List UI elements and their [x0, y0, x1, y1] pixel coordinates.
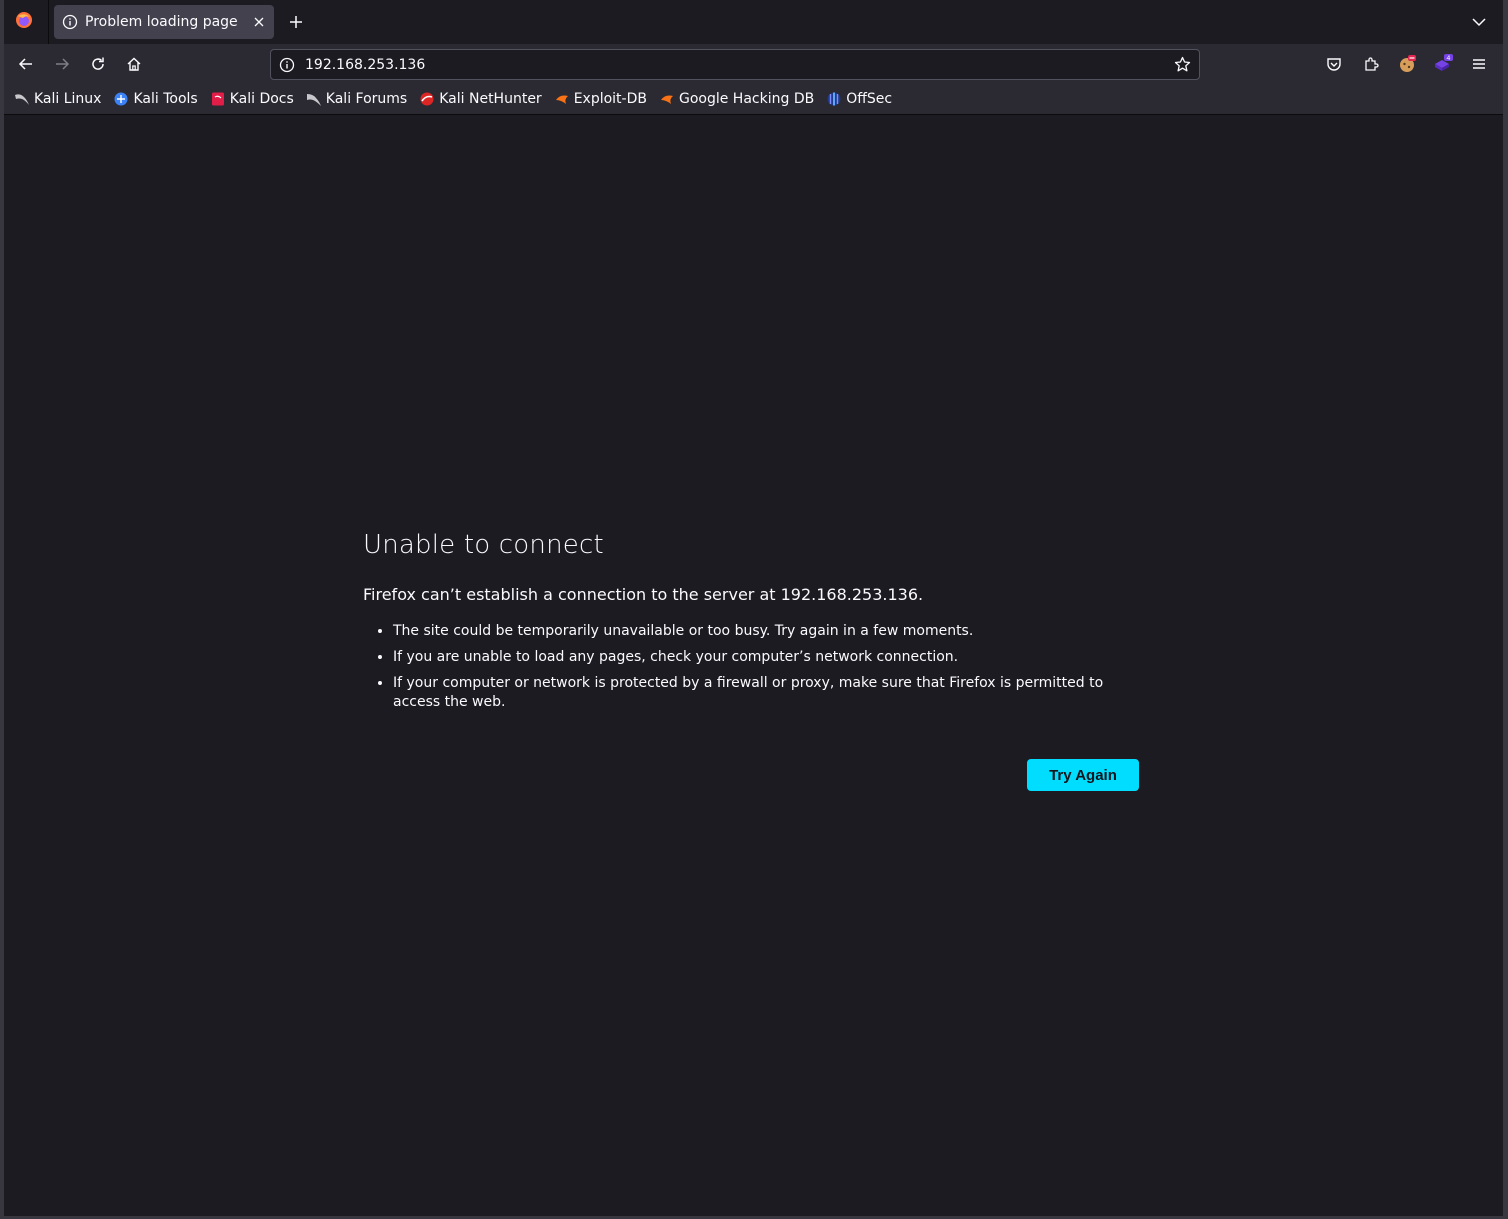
window-edge-left — [0, 0, 4, 1219]
window-edge-right — [1503, 0, 1508, 1219]
tab-problem-loading-page[interactable]: Problem loading page — [54, 5, 274, 39]
reload-icon — [92, 57, 104, 70]
error-title: Unable to connect — [363, 530, 604, 560]
info-icon — [62, 14, 78, 30]
browser-window: Problem loading page 192.168.253.136 4 K… — [0, 0, 1508, 1219]
error-page-container: Unable to connect Firefox can’t establis… — [363, 530, 1139, 791]
kali-dragon-icon — [14, 91, 30, 107]
tab-separator — [48, 0, 49, 44]
list-item: If your computer or network is protected… — [393, 674, 1139, 712]
offsec-icon — [826, 91, 842, 107]
puzzle-piece-icon — [1365, 57, 1379, 71]
tab-strip: Problem loading page — [4, 0, 1503, 44]
hamburger-menu-icon — [1473, 59, 1485, 69]
url-bar[interactable]: 192.168.253.136 — [270, 49, 1200, 80]
cookie-extension-icon — [1400, 55, 1416, 72]
tab-title: Problem loading page — [85, 14, 238, 30]
kali-tools-icon — [113, 91, 129, 107]
site-info-icon[interactable] — [279, 57, 295, 73]
home-icon — [127, 57, 141, 71]
kali-docs-icon — [210, 91, 226, 107]
list-item: The site could be temporarily unavailabl… — [393, 622, 1139, 641]
bookmark-kali-linux[interactable]: Kali Linux — [14, 91, 101, 107]
container-badge: 4 — [1446, 54, 1450, 62]
back-arrow-icon — [18, 58, 32, 70]
bookmark-kali-docs[interactable]: Kali Docs — [210, 91, 294, 107]
pocket-icon — [1327, 58, 1341, 71]
pocket-button[interactable] — [1320, 50, 1348, 78]
back-button[interactable] — [12, 50, 40, 78]
close-tab-icon[interactable] — [248, 11, 270, 33]
reload-button[interactable] — [84, 50, 112, 78]
list-all-tabs-button[interactable] — [1469, 12, 1489, 32]
forward-button[interactable] — [48, 50, 76, 78]
bookmark-kali-nethunter[interactable]: Kali NetHunter — [419, 91, 542, 107]
ghdb-icon — [659, 91, 675, 107]
extension-cookie-button[interactable] — [1393, 50, 1421, 78]
bookmark-star-icon[interactable] — [1171, 54, 1193, 76]
bookmark-exploit-db[interactable]: Exploit-DB — [554, 91, 647, 107]
bookmark-google-hacking-db[interactable]: Google Hacking DB — [659, 91, 814, 107]
new-tab-button[interactable] — [284, 10, 308, 34]
container-extension-icon: 4 — [1435, 54, 1453, 71]
home-button[interactable] — [120, 50, 148, 78]
extensions-button[interactable] — [1357, 50, 1385, 78]
app-menu-button[interactable] — [1465, 50, 1493, 78]
error-suggestions-list: The site could be temporarily unavailabl… — [363, 622, 1139, 712]
bookmark-offsec[interactable]: OffSec — [826, 91, 892, 107]
forward-arrow-icon — [56, 58, 70, 70]
extension-container-button[interactable]: 4 — [1429, 50, 1457, 78]
chevron-down-icon — [1472, 18, 1486, 27]
kali-forums-icon — [306, 91, 322, 107]
error-description: Firefox can’t establish a connection to … — [363, 585, 924, 604]
bookmark-kali-tools[interactable]: Kali Tools — [113, 91, 198, 107]
list-item: If you are unable to load any pages, che… — [393, 648, 1139, 667]
firefox-logo-icon[interactable] — [14, 10, 34, 30]
try-again-button[interactable]: Try Again — [1027, 759, 1139, 791]
bookmarks-toolbar: Kali Linux Kali Tools Kali Docs Kali For… — [4, 84, 1503, 115]
plus-icon — [290, 16, 302, 28]
url-text[interactable]: 192.168.253.136 — [305, 57, 1171, 73]
bookmark-kali-forums[interactable]: Kali Forums — [306, 91, 407, 107]
navigation-toolbar: 192.168.253.136 4 — [4, 44, 1503, 84]
exploit-db-icon — [554, 91, 570, 107]
nethunter-icon — [419, 91, 435, 107]
